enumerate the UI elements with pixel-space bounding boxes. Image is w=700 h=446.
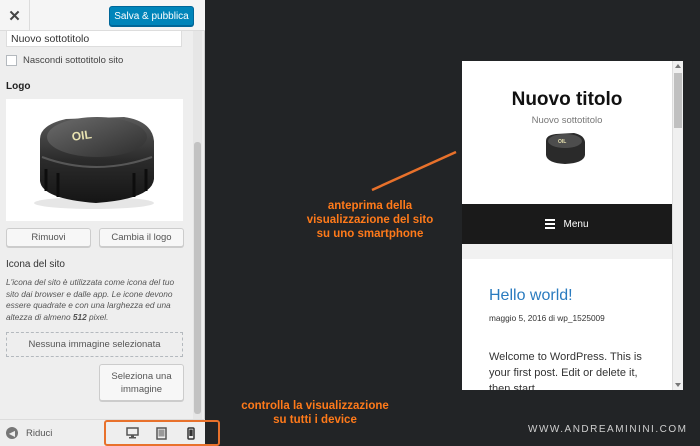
close-icon[interactable]: ✕ (0, 0, 30, 31)
tablet-icon[interactable] (155, 426, 169, 440)
customizer-header: ✕ Salva & pubblica (0, 0, 205, 31)
site-icon-heading: Icona del sito (6, 259, 65, 270)
preview-note-line-2: visualizzazione del sito (306, 214, 434, 226)
logo-heading: Logo (6, 81, 31, 92)
devices-annotation: controlla la visualizzazione su tutti i … (205, 399, 425, 427)
preview-scrollbar[interactable] (672, 61, 683, 390)
site-logo[interactable]: OIL (540, 129, 590, 169)
select-image-button[interactable]: Seleziona una immagine (99, 364, 184, 401)
scroll-up-icon[interactable] (675, 64, 681, 68)
site-header: Nuovo titolo Nuovo sottotitolo OIL (462, 61, 672, 204)
oil-cap-image: OIL (34, 117, 154, 209)
collapse-arrow-icon: ◀ (6, 427, 18, 439)
svg-text:OIL: OIL (558, 139, 566, 145)
select-image-label-2: immagine (120, 383, 163, 395)
collapse-button[interactable]: ◀ Riduci (6, 427, 52, 439)
menu-label: Menu (563, 218, 589, 230)
preview-scroll-thumb[interactable] (674, 73, 682, 128)
site-title[interactable]: Nuovo titolo (462, 89, 672, 111)
post-card: Hello world! maggio 5, 2016 di wp_152500… (462, 259, 672, 390)
customizer-sidebar: ✕ Salva & pubblica Nuovo sottotitolo Nas… (0, 0, 220, 446)
hide-tagline-label: Nascondi sottotitolo sito (23, 54, 124, 66)
site-icon-desc-text-end: pixel. (86, 311, 109, 322)
collapse-label: Riduci (26, 427, 53, 439)
remove-logo-button[interactable]: Rimuovi (6, 228, 91, 247)
select-image-label-1: Seleziona una (111, 370, 172, 382)
customizer-footer: ◀ Riduci (0, 419, 220, 446)
preview-annotation: anteprima della visualizzazione del sito… (265, 199, 475, 241)
post-excerpt: Welcome to WordPress. This is your first… (489, 351, 642, 390)
tagline-input[interactable]: Nuovo sottotitolo (6, 30, 182, 47)
desktop-icon[interactable] (126, 426, 140, 440)
hamburger-icon (545, 217, 556, 231)
devices-note-line-2: su tutti i device (273, 414, 357, 426)
post-meta: maggio 5, 2016 di wp_1525009 (489, 313, 605, 323)
no-image-placeholder[interactable]: Nessuna immagine selezionata (6, 332, 183, 357)
mobile-icon[interactable] (184, 426, 198, 440)
menu-toggle[interactable]: Menu (462, 204, 672, 244)
sidebar-scroll-thumb[interactable] (194, 142, 201, 414)
logo-preview[interactable]: OIL (6, 99, 183, 221)
devices-note-line-1: controlla la visualizzazione (241, 400, 389, 412)
save-publish-button[interactable]: Salva & pubblica (109, 6, 194, 26)
watermark: WWW.ANDREAMININI.COM (528, 424, 688, 435)
preview-note-line-3: su uno smartphone (316, 228, 424, 240)
site-icon-desc-size: 512 (72, 311, 87, 322)
site-tagline: Nuovo sottotitolo (531, 115, 603, 126)
hide-tagline-row[interactable]: Nascondi sottotitolo sito (6, 53, 123, 67)
preview-note-line-1: anteprima della (327, 200, 413, 212)
device-switcher (104, 420, 220, 446)
site-icon-description: L'icona del sito è utilizzata come icona… (6, 277, 186, 323)
post-title-link[interactable]: Hello world! (489, 287, 573, 305)
scroll-down-icon[interactable] (675, 383, 681, 387)
svg-text:OIL: OIL (71, 127, 93, 144)
mobile-preview[interactable]: Nuovo titolo Nuovo sottotitolo OIL Menu … (462, 61, 683, 390)
change-logo-button[interactable]: Cambia il logo (99, 228, 184, 247)
hide-tagline-checkbox[interactable] (6, 54, 17, 66)
